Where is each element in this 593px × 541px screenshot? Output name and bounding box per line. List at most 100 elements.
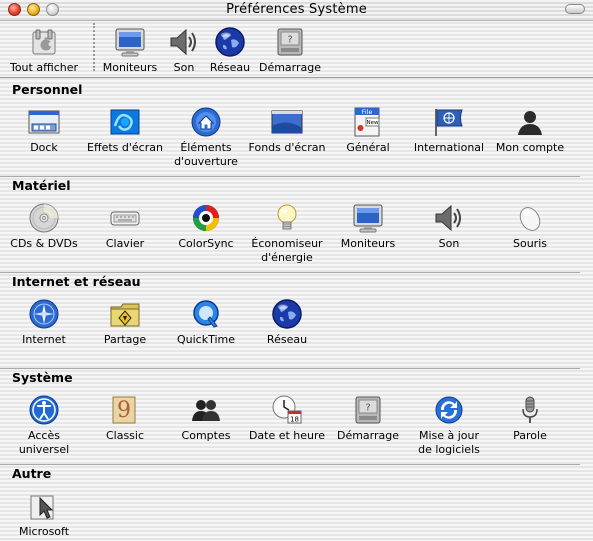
pref-label: Tout afficher [9, 61, 79, 74]
screen-effects-icon [109, 106, 141, 138]
pref-economiseur-d-energie[interactable]: Économiseur d'énergie [247, 202, 327, 265]
pref-label: Accès universel [18, 429, 70, 456]
colorsync-icon [190, 202, 222, 234]
section-divider [0, 272, 580, 273]
microsoft-mouse-icon [28, 490, 60, 522]
pref-colorsync[interactable]: ColorSync [166, 202, 246, 251]
svg-text:9: 9 [117, 398, 131, 423]
pref-classic[interactable]: 9 Classic [85, 394, 165, 443]
pref-son[interactable]: Son [409, 202, 489, 251]
pref-moniteurs[interactable]: Moniteurs [328, 202, 408, 251]
cd-icon [28, 202, 60, 234]
pref-label: Internet [22, 333, 66, 346]
quicktime-icon [190, 298, 222, 330]
show-all-button[interactable]: Tout afficher [4, 26, 84, 75]
section-systeme: Système Accès universel 9 Classic Comptes 18 D… [0, 368, 593, 466]
apple-switch-icon [28, 26, 60, 58]
pref-label: Économiseur d'énergie [251, 237, 323, 264]
title-bar[interactable]: Préférences Système [0, 0, 593, 21]
login-items-icon [190, 106, 222, 138]
pref-label: Clavier [105, 237, 145, 250]
section-divider [0, 176, 580, 177]
sharing-folder-icon [109, 298, 141, 330]
pref-label: Mise à jour de logiciels [418, 429, 480, 456]
pref-label: International [413, 141, 485, 154]
pref-label: Éléments d'ouverture [174, 141, 238, 168]
pref-mon-compte[interactable]: Mon compte [490, 106, 570, 155]
universal-access-icon [28, 394, 60, 426]
pref-elements-d-ouverture[interactable]: Éléments d'ouverture [166, 106, 246, 169]
pref-label: Démarrage [336, 429, 400, 442]
date-time-icon: 18 [271, 394, 303, 426]
pref-date-et-heure[interactable]: 18 Date et heure [247, 394, 327, 443]
dock-icon [28, 106, 60, 138]
pref-label: Général [346, 141, 390, 154]
pref-label: CDs & DVDs [10, 237, 78, 250]
pref-parole[interactable]: Parole [490, 394, 570, 443]
pref-label: Souris [513, 237, 547, 250]
pref-dock[interactable]: Dock [4, 106, 84, 155]
startup-disk-icon: ? [274, 26, 306, 58]
section-title: Autre [12, 466, 52, 481]
pref-effets-d-ecran[interactable]: Effets d'écran [85, 106, 165, 155]
international-flag-icon [433, 106, 465, 138]
pref-demarrage[interactable]: ? Démarrage [328, 394, 408, 443]
software-update-icon [433, 394, 465, 426]
mouse-icon [514, 202, 546, 234]
toolbar-demarrage[interactable]: ? Démarrage [250, 26, 330, 75]
pref-internet[interactable]: Internet [4, 298, 84, 347]
section-materiel: Matériel CDs & DVDs Clavier ColorSync Économ… [0, 176, 593, 274]
pref-clavier[interactable]: Clavier [85, 202, 165, 251]
pref-label: Mon compte [495, 141, 565, 154]
desktop-icon [271, 106, 303, 138]
svg-text:New: New [367, 120, 379, 126]
speaker-icon [433, 202, 465, 234]
pref-quicktime[interactable]: QuickTime [166, 298, 246, 347]
pref-label: Moniteurs [340, 237, 396, 250]
pref-acces-universel[interactable]: Accès universel [4, 394, 84, 457]
section-internet-et-reseau: Internet et réseau Internet Partage QuickTi… [0, 272, 593, 370]
keyboard-icon [109, 202, 141, 234]
pref-label: Dock [30, 141, 58, 154]
pref-partage[interactable]: Partage [85, 298, 165, 347]
pref-fonds-d-ecran[interactable]: Fonds d'écran [247, 106, 327, 155]
section-title: Système [12, 370, 73, 385]
svg-text:18: 18 [290, 416, 299, 424]
classic-icon: 9 [109, 394, 141, 426]
pref-mise-a-jour-de-logiciels[interactable]: Mise à jour de logiciels [409, 394, 489, 457]
startup-disk-icon: ? [352, 394, 384, 426]
pref-label: ColorSync [178, 237, 234, 250]
section-title: Matériel [12, 178, 71, 193]
pref-label: Date et heure [248, 429, 326, 442]
section-title: Personnel [12, 82, 83, 97]
section-divider [0, 368, 580, 369]
pref-label: Microsoft Mouse [18, 525, 70, 541]
pref-general[interactable]: File New Général [328, 106, 408, 155]
pref-label: Réseau [266, 333, 308, 346]
window-title: Préférences Système [226, 2, 367, 17]
pref-label: Fonds d'écran [248, 141, 326, 154]
pref-label: Son [438, 237, 460, 250]
pref-label: Comptes [181, 429, 231, 442]
pref-cds-dvds[interactable]: CDs & DVDs [4, 202, 84, 251]
section-autre: Autre Microsoft Mouse [0, 464, 593, 541]
general-icon: File New [352, 106, 384, 138]
toolbar: Tout afficher Moniteurs Son Réseau? Démarrag… [0, 21, 593, 78]
svg-text:?: ? [365, 403, 370, 414]
section-personnel: Personnel Dock Effets d'écran Éléments d'ou… [0, 82, 593, 178]
section-title: Internet et réseau [12, 274, 141, 289]
pref-reseau[interactable]: Réseau [247, 298, 327, 347]
pref-label: Partage [103, 333, 147, 346]
pref-label: Classic [105, 429, 145, 442]
pref-international[interactable]: International [409, 106, 489, 155]
toolbar-toggle-button[interactable] [565, 4, 585, 14]
globe-icon [271, 298, 303, 330]
pref-souris[interactable]: Souris [490, 202, 570, 251]
pref-label: Parole [513, 429, 547, 442]
pref-microsoft-mouse[interactable]: Microsoft Mouse [4, 490, 84, 541]
system-preferences-window: Préférences Système Tout afficher Moniteu… [0, 0, 593, 541]
lightbulb-icon [271, 202, 303, 234]
internet-icon [28, 298, 60, 330]
pref-comptes[interactable]: Comptes [166, 394, 246, 443]
globe-icon [214, 26, 246, 58]
